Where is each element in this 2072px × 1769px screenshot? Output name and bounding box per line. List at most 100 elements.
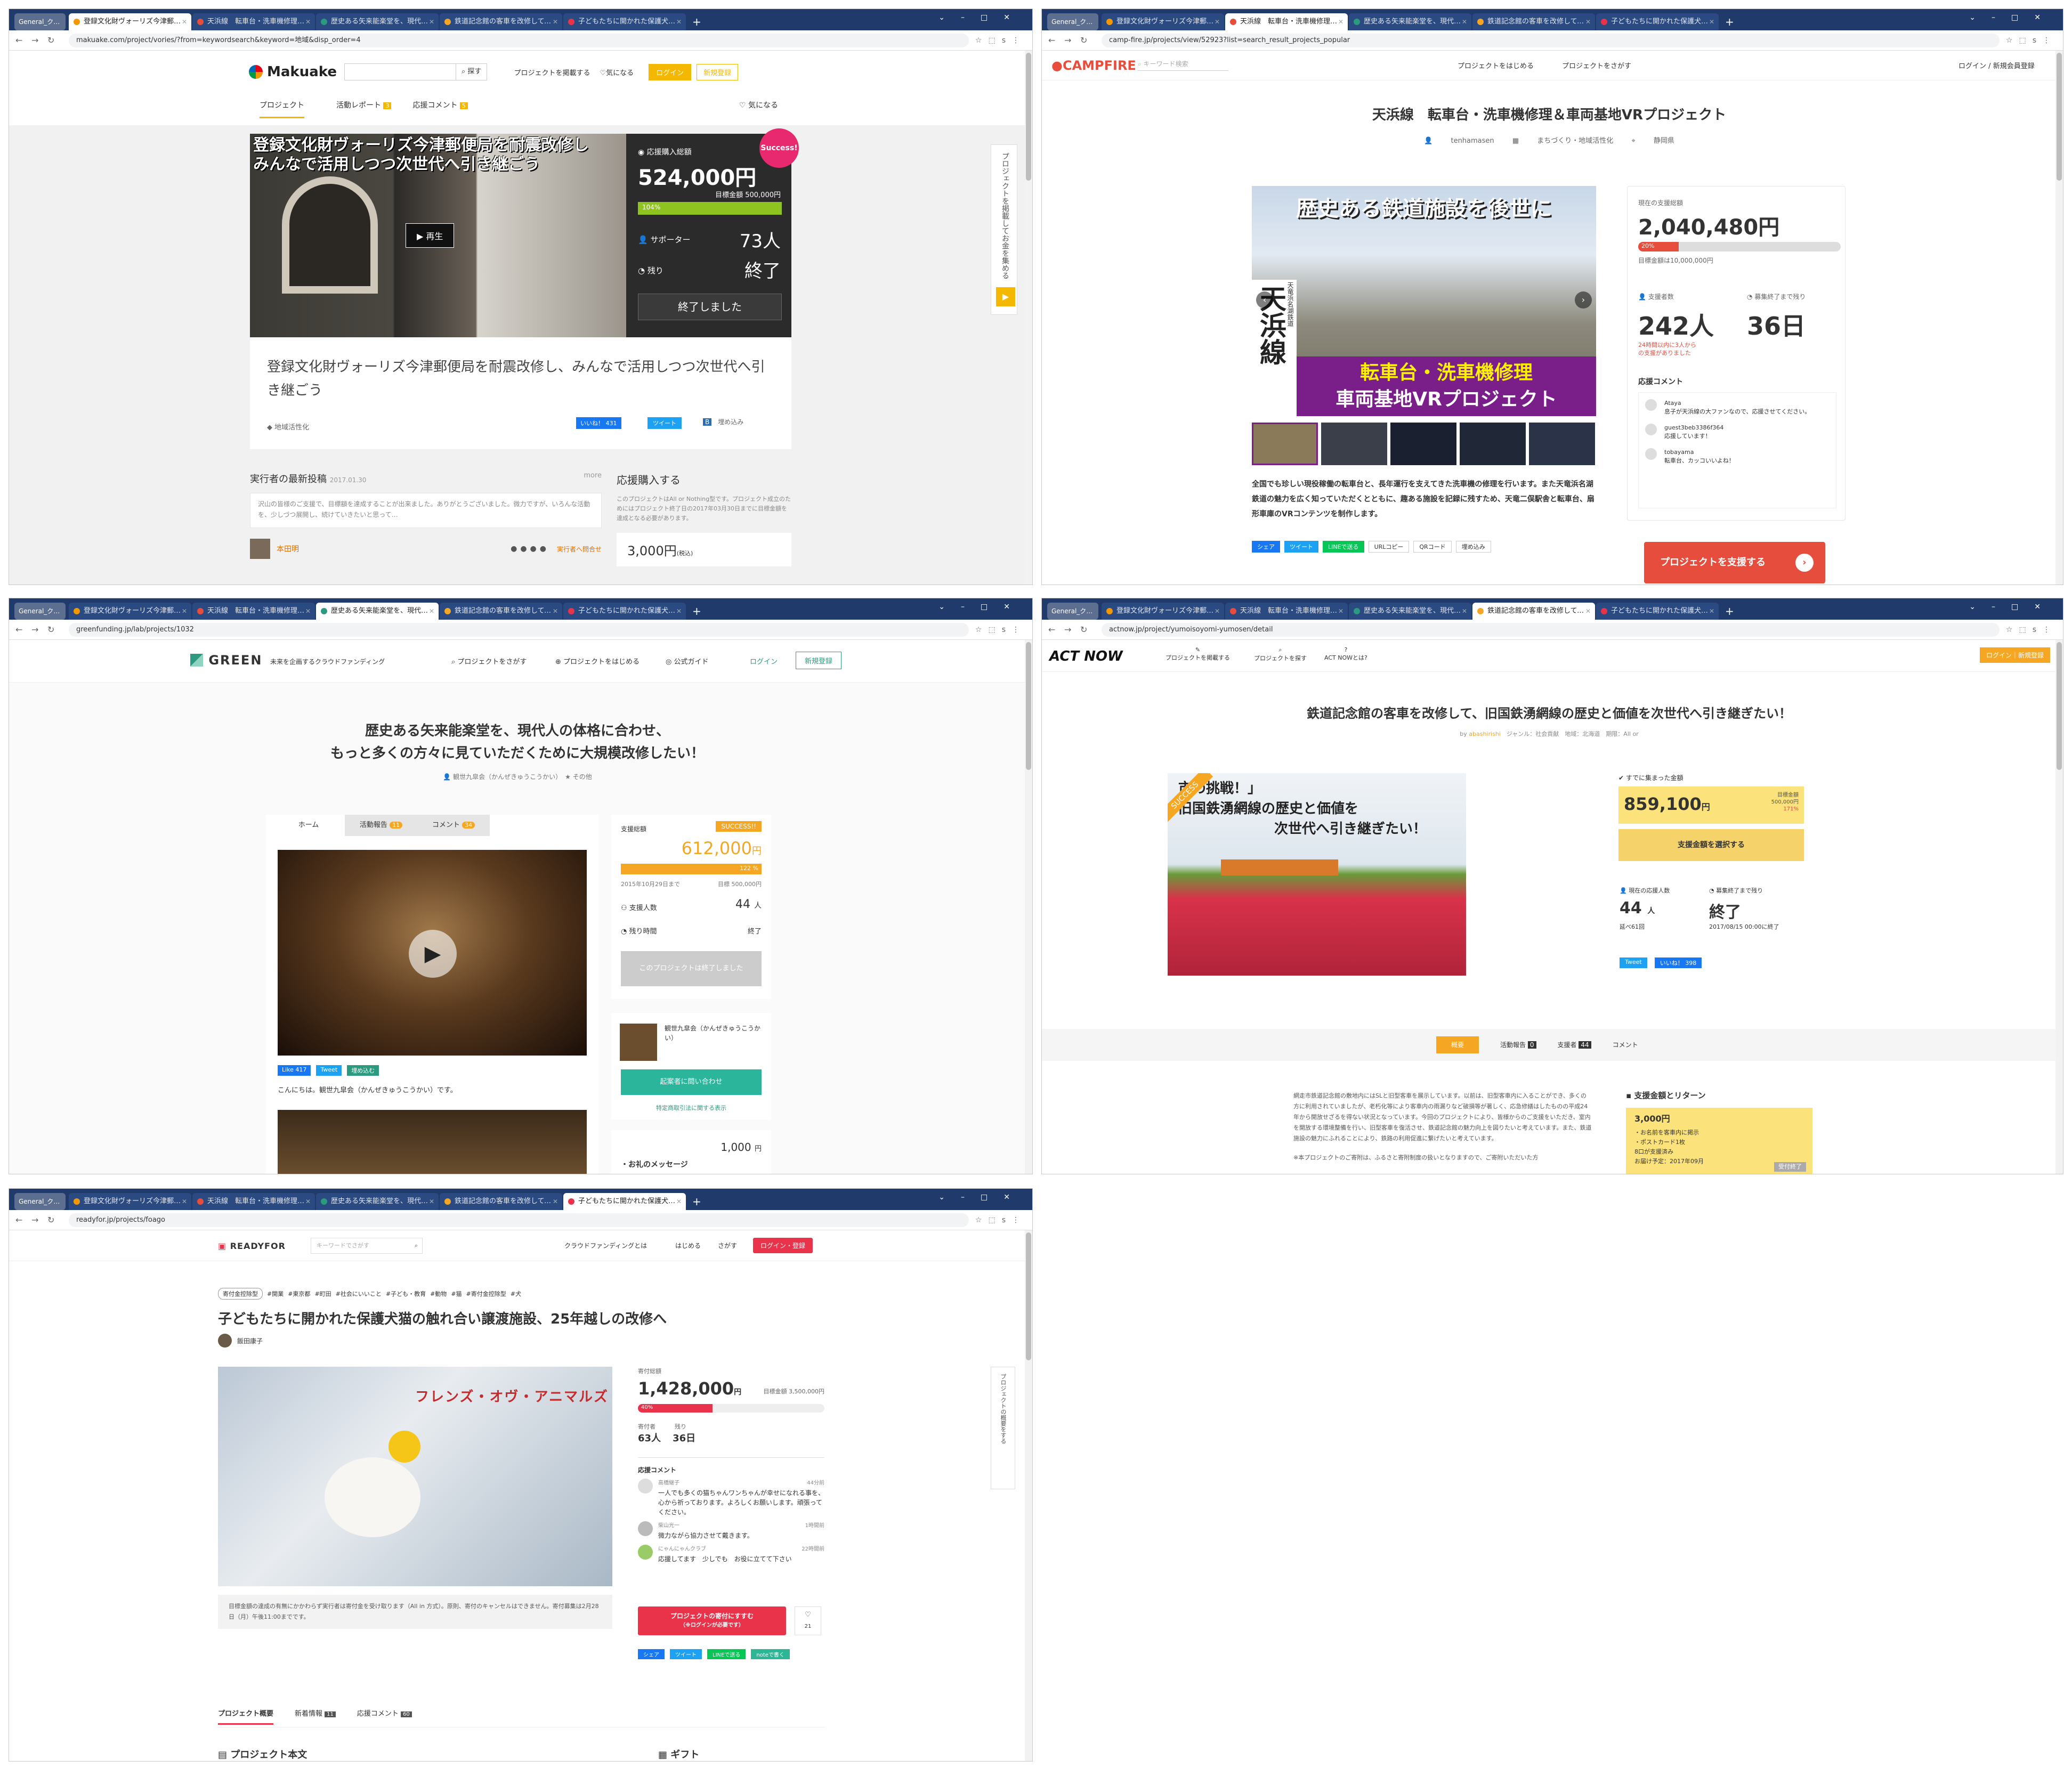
tab-group-label[interactable]: General_クラファン bbox=[14, 1193, 66, 1210]
thumbnail[interactable] bbox=[1529, 423, 1595, 465]
contact-owner-button[interactable]: 起案者に問い合わせ bbox=[621, 1069, 762, 1095]
embed-button[interactable]: B 埋め込み bbox=[703, 417, 743, 426]
reload-icon[interactable]: ↻ bbox=[47, 624, 63, 635]
close-icon[interactable]: ✕ bbox=[429, 13, 434, 30]
actnow-logo[interactable]: ACT NOW bbox=[1049, 648, 1123, 664]
share-note-button[interactable]: noteで書く bbox=[751, 1649, 790, 1659]
share-facebook-button[interactable]: シェア bbox=[638, 1649, 665, 1659]
reward-card[interactable]: 3,000円 ・お名前を客車内に掲示 ・ポストカード1枚 8口が支援済み お届け… bbox=[1626, 1108, 1812, 1174]
scrollbar[interactable] bbox=[1025, 640, 1032, 1174]
scrollbar[interactable] bbox=[2055, 51, 2063, 585]
law-link[interactable]: 特定商取引法に関する表示 bbox=[611, 1103, 771, 1112]
reload-icon[interactable]: ↻ bbox=[47, 1215, 63, 1225]
tab-home[interactable]: ホーム bbox=[272, 815, 345, 836]
tag[interactable]: #犬 bbox=[511, 1289, 521, 1298]
scrollbar[interactable] bbox=[2055, 640, 2063, 1174]
back-icon[interactable]: ← bbox=[15, 35, 31, 45]
back-icon[interactable]: ← bbox=[1048, 35, 1064, 45]
embed-button[interactable]: 埋め込む bbox=[347, 1065, 379, 1076]
makuake-logo[interactable]: Makuake bbox=[267, 64, 337, 80]
facebook-like-button[interactable]: Like 417 bbox=[278, 1065, 311, 1076]
favorite-button[interactable]: ♡ 21 bbox=[795, 1606, 821, 1635]
tweet-button[interactable]: Tweet bbox=[316, 1065, 342, 1076]
tag[interactable]: #動物 bbox=[430, 1289, 447, 1298]
search-button[interactable]: ⌕ 探す bbox=[456, 63, 488, 80]
carousel-prev-icon[interactable]: ‹ bbox=[1256, 291, 1273, 309]
tab-campfire[interactable]: 天浜線 転車台・洗車機修理＆車両基 ✕ bbox=[192, 1193, 315, 1210]
search-input[interactable]: キーワードでさがす ⌕ bbox=[311, 1238, 423, 1254]
location-link[interactable]: ⌖ 静岡県 bbox=[1631, 137, 1674, 145]
forward-icon[interactable]: → bbox=[31, 35, 47, 45]
tag[interactable]: #猫 bbox=[451, 1289, 462, 1298]
tag[interactable]: #開業 bbox=[267, 1289, 284, 1298]
tab-makuake[interactable]: 登録文化財ヴォーリズ今津郵便局を耐 ✕ bbox=[1102, 13, 1224, 30]
reload-icon[interactable]: ↻ bbox=[47, 35, 63, 45]
back-icon[interactable]: ← bbox=[1048, 624, 1064, 635]
nav-start[interactable]: はじめる bbox=[675, 1241, 701, 1250]
scrollbar[interactable] bbox=[1025, 51, 1032, 585]
avatar[interactable] bbox=[250, 539, 270, 559]
nav-guide[interactable]: ◎ 公式ガイド bbox=[666, 656, 709, 666]
tab-news[interactable]: 新着情報 11 bbox=[295, 1708, 336, 1725]
url-field[interactable]: camp-fire.jp/projects/view/52923?list=se… bbox=[1102, 33, 2000, 47]
forward-icon[interactable]: → bbox=[1064, 35, 1080, 45]
play-icon[interactable]: ▶ bbox=[409, 930, 457, 978]
url-field[interactable]: greenfunding.jp/lab/projects/1032 bbox=[69, 622, 969, 637]
project-hero-image[interactable]: フレンズ・オヴ・アニマルズ bbox=[218, 1367, 612, 1586]
project-hero-image[interactable]: 市の挑戦！」 旧国鉄湧網線の歴史と価値を 次世代へ引き継ぎたい！ SUCCESS bbox=[1168, 773, 1466, 976]
forward-icon[interactable]: → bbox=[31, 624, 47, 635]
green-logo[interactable]: GREEN bbox=[190, 653, 262, 668]
login-link[interactable]: ログイン bbox=[750, 656, 778, 666]
owner-avatar[interactable] bbox=[620, 1024, 657, 1061]
category-link[interactable]: ▦ まちづくり・地域活性化 bbox=[1512, 137, 1613, 145]
forward-icon[interactable]: → bbox=[31, 1215, 47, 1225]
latest-post-text[interactable]: 沢山の皆様のご支援で、目標額を達成することが出来ました。ありがとうございました。… bbox=[250, 493, 602, 528]
favorite-link[interactable]: ♡ 気になる bbox=[739, 100, 778, 110]
tag[interactable]: #町田 bbox=[314, 1289, 331, 1298]
tab-readyfor[interactable]: 子どもたちに開かれた保護犬猫の触れ ✕ bbox=[1596, 603, 1719, 620]
new-tab-button[interactable]: + bbox=[687, 13, 707, 30]
tab-comments[interactable]: 応援コメント 5 bbox=[412, 100, 468, 118]
support-project-button[interactable]: プロジェクトを支援する › bbox=[1644, 542, 1825, 583]
thumbnail[interactable] bbox=[1460, 423, 1526, 465]
close-icon[interactable]: ✕ bbox=[305, 13, 311, 30]
tab-reports[interactable]: 活動報告 11 bbox=[345, 815, 417, 836]
toolbar-icons[interactable]: ☆⬚s⋮ bbox=[975, 36, 1026, 45]
owner-name[interactable]: 観世九皐会（かんぜきゅうこうかい） bbox=[665, 1024, 760, 1043]
tab-actnow[interactable]: 鉄道記念館の客車を改修して、旧国鉄 ✕ bbox=[1472, 13, 1595, 30]
tab-backers[interactable]: 支援者 44 bbox=[1558, 1036, 1591, 1053]
nav-start[interactable]: ⊕ プロジェクトをはじめる bbox=[555, 656, 640, 666]
scrollbar[interactable] bbox=[1025, 1230, 1032, 1761]
campfire-logo[interactable]: ●CAMPFIRE bbox=[1051, 58, 1136, 73]
tab-actnow[interactable]: 鉄道記念館の客車を改修して、旧国鉄 ✕ bbox=[1472, 603, 1595, 620]
tweet-button[interactable]: ツイート bbox=[648, 417, 682, 429]
nav-start[interactable]: プロジェクトをはじめる bbox=[1458, 60, 1534, 70]
tab-makuake[interactable]: 登録文化財ヴォーリズ今津郵便局を耐 ✕ bbox=[69, 1193, 191, 1210]
new-tab-button[interactable]: + bbox=[1720, 13, 1739, 30]
window-controls[interactable]: ⌄–□✕ bbox=[1969, 603, 2057, 611]
new-tab-button[interactable]: + bbox=[687, 1193, 707, 1210]
tab-comments[interactable]: コメント bbox=[1613, 1036, 1638, 1053]
url-field[interactable]: makuake.com/project/vories/?from=keyword… bbox=[69, 33, 969, 47]
forward-icon[interactable]: → bbox=[1064, 624, 1080, 635]
tab-overview[interactable]: プロジェクト概要 bbox=[218, 1708, 274, 1725]
signup-button[interactable]: 新規登録 bbox=[697, 63, 739, 80]
project-hero-image[interactable]: 歴史ある鉄道施設を後世に 天浜線 天竜浜名湖鉄道 転車台・洗車機修理 車両基地VR… bbox=[1252, 186, 1596, 416]
tab-campfire[interactable]: 天浜線 転車台・洗車機修理＆車両基 ✕ bbox=[1225, 603, 1348, 620]
tab-readyfor[interactable]: 子どもたちに開かれた保護犬猫の触れ ✕ bbox=[563, 1193, 686, 1210]
share-twitter-button[interactable]: ツイート bbox=[1284, 541, 1318, 553]
side-arrow-button[interactable]: ▶ bbox=[996, 287, 1015, 306]
tab-project[interactable]: プロジェクト bbox=[260, 100, 304, 118]
tag[interactable]: #子ども・教育 bbox=[386, 1289, 426, 1298]
tab-reports[interactable]: 活動報告 0 bbox=[1500, 1036, 1536, 1053]
tab-makuake[interactable]: 登録文化財ヴォーリズ今津郵便局を耐 ✕ bbox=[69, 603, 191, 620]
tab-readyfor[interactable]: 子どもたちに開かれた保護犬猫の触れ ✕ bbox=[563, 13, 686, 30]
nav-search[interactable]: ⌕ プロジェクトをさがす bbox=[451, 656, 527, 666]
project-hero-image[interactable]: 登録文化財ヴォーリズ今津郵便局を耐震改修し みんなで活用しつつ次世代へ引き継ごう… bbox=[250, 134, 626, 337]
play-button[interactable]: ▶ 再生 bbox=[406, 223, 455, 248]
nav-about[interactable]: ? ACT NOWとは? bbox=[1324, 646, 1367, 662]
close-icon[interactable]: ✕ bbox=[182, 13, 187, 30]
side-summary-tab[interactable]: プロジェクトの概要をする bbox=[991, 1367, 1015, 1489]
share-facebook-button[interactable]: シェア bbox=[1252, 541, 1280, 553]
project-owner[interactable]: 飯田康子 bbox=[218, 1334, 263, 1348]
